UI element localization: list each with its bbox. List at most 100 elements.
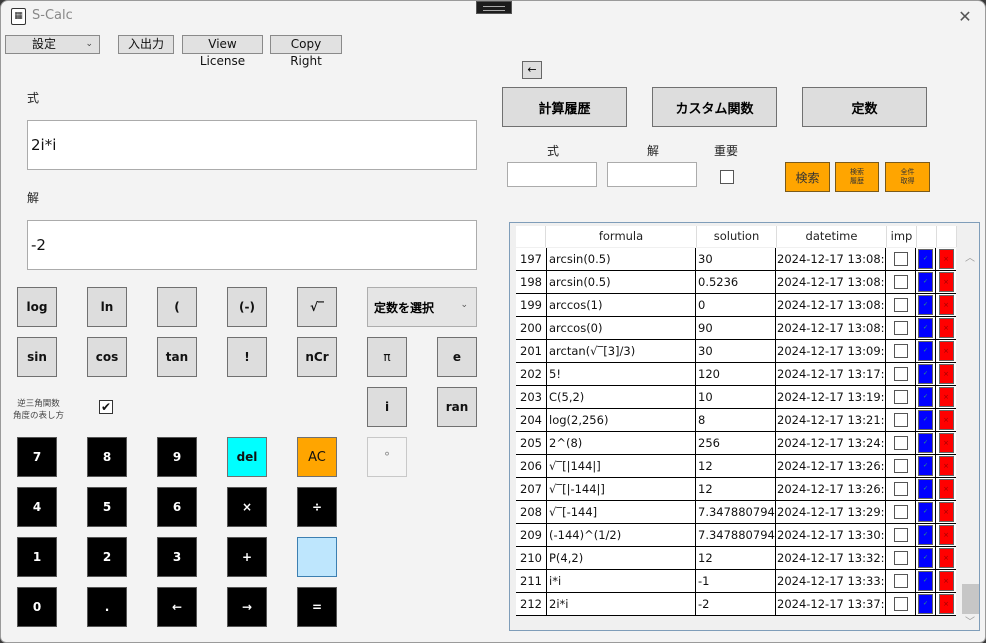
search-solution-input[interactable] bbox=[607, 162, 697, 187]
digit-1-key[interactable]: 1 bbox=[17, 537, 57, 577]
delete-row-button[interactable]: × bbox=[938, 548, 954, 568]
formula-cell[interactable]: arcsin(0.5) bbox=[546, 248, 696, 270]
apply-row-button[interactable]: ✓ bbox=[918, 410, 933, 430]
solution-cell[interactable]: 8 bbox=[696, 409, 776, 431]
important-checkbox[interactable] bbox=[893, 367, 908, 381]
delete-row-button[interactable]: × bbox=[938, 249, 954, 269]
solution-cell[interactable]: 12 bbox=[696, 455, 776, 477]
decimal-point-key[interactable]: . bbox=[87, 587, 127, 627]
delete-row-button[interactable]: × bbox=[938, 525, 954, 545]
apply-row-button[interactable]: ✓ bbox=[918, 548, 933, 568]
solution-cell[interactable]: 90 bbox=[696, 317, 776, 339]
io-button[interactable]: 入出力 bbox=[118, 35, 174, 54]
ln-key[interactable]: ln bbox=[87, 287, 127, 327]
table-row[interactable]: 209(-144)^(1/2)7.347880794882024-12-17 1… bbox=[516, 524, 956, 547]
important-checkbox[interactable] bbox=[893, 459, 908, 473]
close-button[interactable]: ✕ bbox=[953, 6, 977, 28]
important-checkbox[interactable] bbox=[893, 321, 908, 335]
delete-row-button[interactable]: × bbox=[938, 479, 954, 499]
sin-key[interactable]: sin bbox=[17, 337, 57, 377]
solution-cell[interactable]: 7.34788079488 bbox=[696, 524, 776, 546]
formula-cell[interactable]: arccos(1) bbox=[546, 294, 696, 316]
solution-cell[interactable]: -1 bbox=[696, 570, 776, 592]
table-row[interactable]: 200arccos(0)902024-12-17 13:08:49 ✓ × bbox=[516, 317, 956, 340]
digit-7-key[interactable]: 7 bbox=[17, 437, 57, 477]
solution-cell[interactable]: 256 bbox=[696, 432, 776, 454]
important-checkbox[interactable] bbox=[893, 390, 908, 404]
formula-cell[interactable]: √‾[|144|] bbox=[546, 455, 696, 477]
datetime-cell[interactable]: 2024-12-17 13:09:57 bbox=[776, 340, 886, 362]
important-checkbox[interactable] bbox=[893, 482, 908, 496]
important-checkbox[interactable] bbox=[893, 597, 908, 611]
all-clear-key[interactable]: AC bbox=[297, 437, 337, 477]
get-all-button[interactable]: 全件 取得 bbox=[885, 162, 930, 192]
table-row[interactable]: 210P(4,2)122024-12-17 13:32:41 ✓ × bbox=[516, 547, 956, 570]
apply-row-button[interactable]: ✓ bbox=[918, 502, 933, 522]
delete-key[interactable]: del bbox=[227, 437, 267, 477]
column-header-formula[interactable]: formula bbox=[546, 226, 697, 247]
factorial-key[interactable]: ! bbox=[227, 337, 267, 377]
datetime-cell[interactable]: 2024-12-17 13:24:17 bbox=[776, 432, 886, 454]
formula-cell[interactable]: (-144)^(1/2) bbox=[546, 524, 696, 546]
delete-row-button[interactable]: × bbox=[938, 387, 954, 407]
apply-row-button[interactable]: ✓ bbox=[918, 456, 933, 476]
datetime-cell[interactable]: 2024-12-17 13:30:37 bbox=[776, 524, 886, 546]
apply-row-button[interactable]: ✓ bbox=[918, 341, 933, 361]
collapse-panel-button[interactable]: ← bbox=[522, 61, 542, 79]
solution-cell[interactable]: 30 bbox=[696, 340, 776, 362]
tab-calc-history[interactable]: 計算履歴 bbox=[502, 87, 627, 127]
formula-cell[interactable]: C(5,2) bbox=[546, 386, 696, 408]
pi-key[interactable]: π bbox=[367, 337, 407, 377]
scroll-down-icon[interactable]: ﹀ bbox=[965, 613, 975, 628]
sqrt-key[interactable]: √‾ bbox=[297, 287, 337, 327]
subtract-key[interactable]: - bbox=[297, 537, 337, 577]
digit-0-key[interactable]: 0 bbox=[17, 587, 57, 627]
solution-cell[interactable]: 0 bbox=[696, 294, 776, 316]
solution-output[interactable]: -2 bbox=[27, 220, 477, 270]
log-key[interactable]: log bbox=[17, 287, 57, 327]
table-row[interactable]: 201arctan(√‾[3]/3)302024-12-17 13:09:57 ✓… bbox=[516, 340, 956, 363]
digit-3-key[interactable]: 3 bbox=[157, 537, 197, 577]
table-row[interactable]: 204log(2,256)82024-12-17 13:21:16 ✓ × bbox=[516, 409, 956, 432]
table-row[interactable]: 211i*i-12024-12-17 13:33:42 ✓ × bbox=[516, 570, 956, 593]
table-row[interactable]: 198arcsin(0.5)0.52362024-12-17 13:08:21 ✓… bbox=[516, 271, 956, 294]
digit-2-key[interactable]: 2 bbox=[87, 537, 127, 577]
digit-6-key[interactable]: 6 bbox=[157, 487, 197, 527]
view-license-button[interactable]: View License bbox=[182, 35, 263, 68]
snap-layout-handle[interactable] bbox=[476, 1, 512, 14]
solution-cell[interactable]: 10 bbox=[696, 386, 776, 408]
apply-row-button[interactable]: ✓ bbox=[918, 318, 933, 338]
datetime-cell[interactable]: 2024-12-17 13:37:36 bbox=[776, 593, 886, 615]
solution-cell[interactable]: 12 bbox=[696, 478, 776, 500]
ncr-key[interactable]: nCr bbox=[297, 337, 337, 377]
important-checkbox[interactable] bbox=[893, 252, 908, 266]
cos-key[interactable]: cos bbox=[87, 337, 127, 377]
solution-cell[interactable]: 0.5236 bbox=[696, 271, 776, 293]
table-row[interactable]: 199arccos(1)02024-12-17 13:08:43 ✓ × bbox=[516, 294, 956, 317]
datetime-cell[interactable]: 2024-12-17 13:08:21 bbox=[776, 271, 886, 293]
search-button[interactable]: 検索 bbox=[785, 162, 830, 192]
solution-cell[interactable]: 12 bbox=[696, 547, 776, 569]
important-checkbox[interactable] bbox=[893, 436, 908, 450]
delete-row-button[interactable]: × bbox=[938, 594, 954, 614]
negative-key[interactable]: (-) bbox=[227, 287, 267, 327]
table-row[interactable]: 2025!1202024-12-17 13:17:33 ✓ × bbox=[516, 363, 956, 386]
column-header-datetime[interactable]: datetime bbox=[777, 226, 887, 247]
table-row[interactable]: 2122i*i-22024-12-17 13:37:36 ✓ × bbox=[516, 593, 956, 616]
formula-cell[interactable]: arccos(0) bbox=[546, 317, 696, 339]
random-key[interactable]: ran bbox=[437, 387, 477, 427]
datetime-cell[interactable]: 2024-12-17 13:26:05 bbox=[776, 455, 886, 477]
apply-row-button[interactable]: ✓ bbox=[918, 594, 933, 614]
solution-cell[interactable]: 30 bbox=[696, 248, 776, 270]
datetime-cell[interactable]: 2024-12-17 13:08:10 bbox=[776, 248, 886, 270]
formula-cell[interactable]: 2^(8) bbox=[546, 432, 696, 454]
delete-row-button[interactable]: × bbox=[938, 295, 954, 315]
paren-key[interactable]: ( bbox=[157, 287, 197, 327]
datetime-cell[interactable]: 2024-12-17 13:19:23 bbox=[776, 386, 886, 408]
search-important-checkbox[interactable] bbox=[720, 170, 734, 184]
table-row[interactable]: 2052^(8)2562024-12-17 13:24:17 ✓ × bbox=[516, 432, 956, 455]
apply-row-button[interactable]: ✓ bbox=[918, 571, 933, 591]
delete-row-button[interactable]: × bbox=[938, 571, 954, 591]
datetime-cell[interactable]: 2024-12-17 13:21:16 bbox=[776, 409, 886, 431]
solution-cell[interactable]: 7.34788079488 bbox=[696, 501, 776, 523]
